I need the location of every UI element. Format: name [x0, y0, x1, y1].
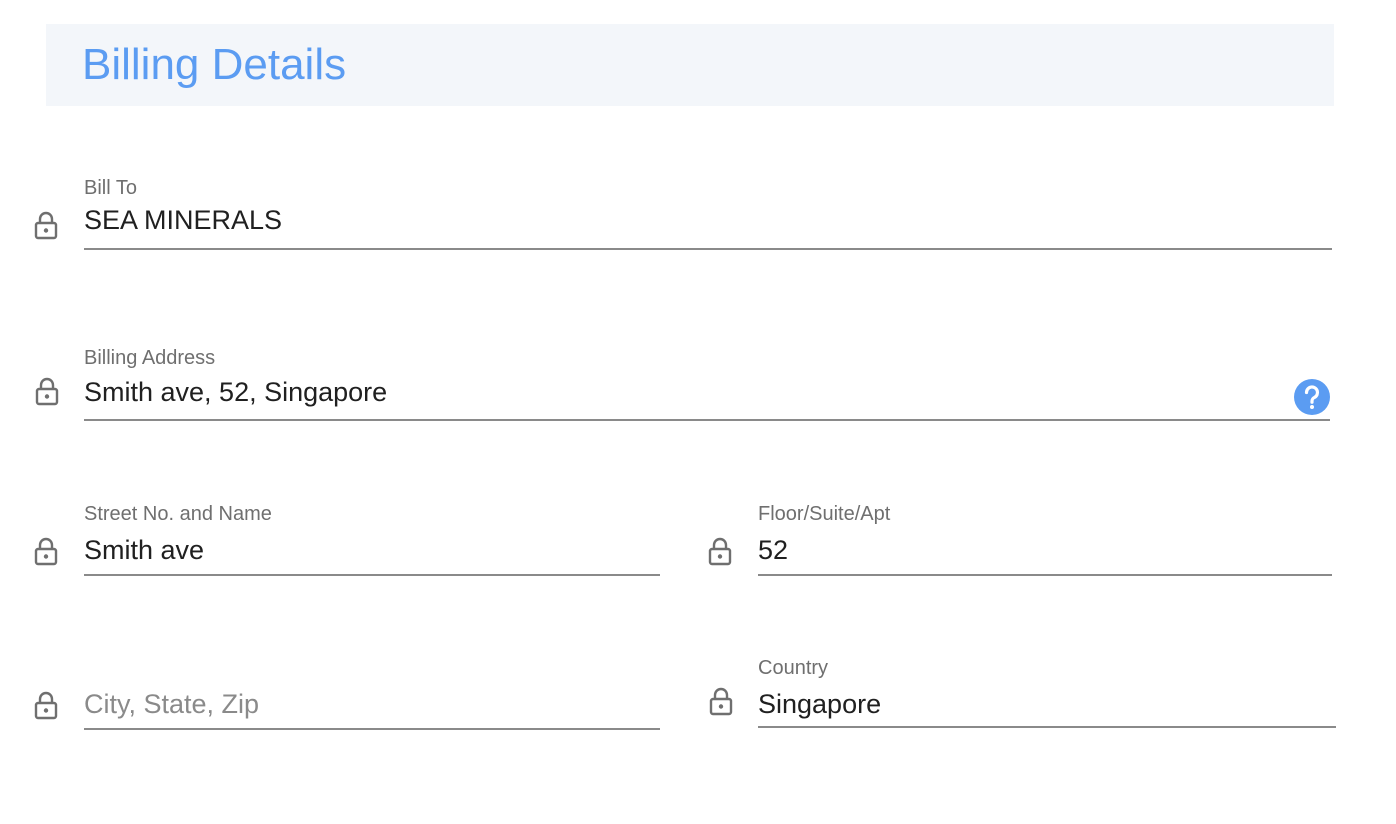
- section-header: Billing Details: [46, 24, 1334, 106]
- street-underline: [84, 574, 660, 576]
- floor-field[interactable]: Floor/Suite/Apt 52: [758, 502, 1332, 592]
- lock-icon: [34, 691, 58, 720]
- lock-icon: [34, 211, 58, 240]
- floor-input[interactable]: 52: [758, 532, 788, 568]
- billing-details-page: Billing Details Bill To SEA MINERALS Bil…: [0, 0, 1396, 824]
- street-input[interactable]: Smith ave: [84, 532, 204, 568]
- billing-address-label: Billing Address: [84, 347, 216, 369]
- bill-to-label: Bill To: [84, 177, 137, 199]
- street-field[interactable]: Street No. and Name Smith ave: [84, 502, 660, 592]
- lock-icon: [35, 377, 59, 406]
- help-circle-icon[interactable]: [1293, 378, 1331, 416]
- bill-to-input[interactable]: SEA MINERALS: [84, 202, 282, 238]
- country-field[interactable]: Country Singapore: [758, 656, 1336, 746]
- lock-icon: [709, 687, 733, 716]
- billing-address-underline: [84, 419, 1330, 421]
- city-field[interactable]: City, State, Zip: [84, 656, 660, 746]
- floor-label: Floor/Suite/Apt: [758, 503, 891, 525]
- city-input[interactable]: City, State, Zip: [84, 686, 259, 722]
- country-label: Country: [758, 657, 829, 679]
- lock-icon: [34, 537, 58, 566]
- bill-to-field[interactable]: Bill To SEA MINERALS: [84, 176, 1332, 266]
- country-underline: [758, 726, 1336, 728]
- country-input[interactable]: Singapore: [758, 686, 881, 722]
- street-label: Street No. and Name: [84, 503, 272, 525]
- lock-icon: [708, 537, 732, 566]
- city-underline: [84, 728, 660, 730]
- floor-underline: [758, 574, 1332, 576]
- section-title: Billing Details: [82, 40, 347, 89]
- billing-address-input[interactable]: Smith ave, 52, Singapore: [84, 374, 387, 410]
- billing-address-field[interactable]: Billing Address Smith ave, 52, Singapore: [84, 346, 1330, 436]
- bill-to-underline: [84, 248, 1332, 250]
